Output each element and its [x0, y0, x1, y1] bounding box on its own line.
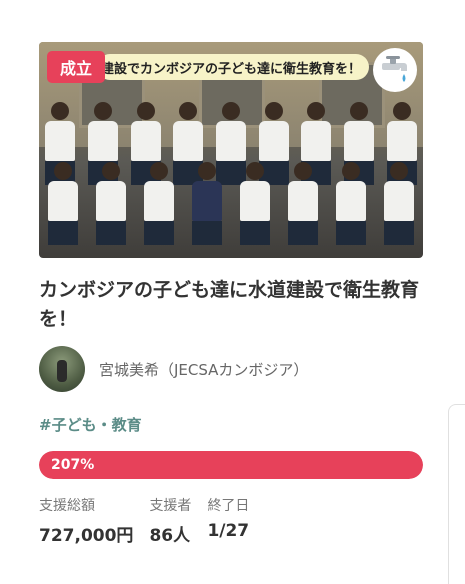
stat-total: 支援総額 727,000円	[39, 495, 133, 546]
stat-supporters-label: 支援者	[149, 498, 192, 514]
stat-supporters: 支援者 86人	[149, 495, 191, 546]
project-stats: 支援総額 727,000円 支援者 86人 終了日 1/27	[39, 495, 423, 546]
stat-total-value: 727,000円	[39, 526, 134, 546]
project-thumbnail[interactable]: 建設でカンボジアの子ども達に衛生教育を！ 成立	[39, 42, 423, 258]
stat-end-date: 終了日 1/27	[207, 495, 249, 546]
project-owner[interactable]: 宮城美希（JECSAカンボジア）	[39, 346, 423, 392]
owner-name: 宮城美希（JECSAカンボジア）	[99, 360, 309, 379]
project-card[interactable]: 建設でカンボジアの子ども達に衛生教育を！ 成立 カンボジアの子ども達に水道建設で…	[39, 42, 423, 546]
stat-end-label: 終了日	[207, 498, 250, 514]
adjacent-card-edge	[448, 404, 465, 584]
stat-total-label: 支援総額	[39, 498, 95, 514]
image-banner-text: 建設でカンボジアの子ども達に衛生教育を！	[97, 54, 370, 80]
funding-progress-bar: 207%	[39, 451, 423, 479]
photo-crowd-front	[39, 162, 423, 245]
stat-supporters-value: 86人	[149, 526, 191, 546]
status-badge: 成立	[47, 51, 105, 83]
avatar	[39, 346, 85, 392]
progress-percent: 207%	[51, 457, 95, 473]
stat-end-value: 1/27	[207, 521, 250, 541]
faucet-icon	[373, 48, 417, 92]
category-tag[interactable]: #子ども・教育	[39, 414, 423, 435]
project-title[interactable]: カンボジアの子ども達に水道建設で衛生教育を！	[39, 276, 423, 334]
progress-fill	[39, 451, 423, 479]
